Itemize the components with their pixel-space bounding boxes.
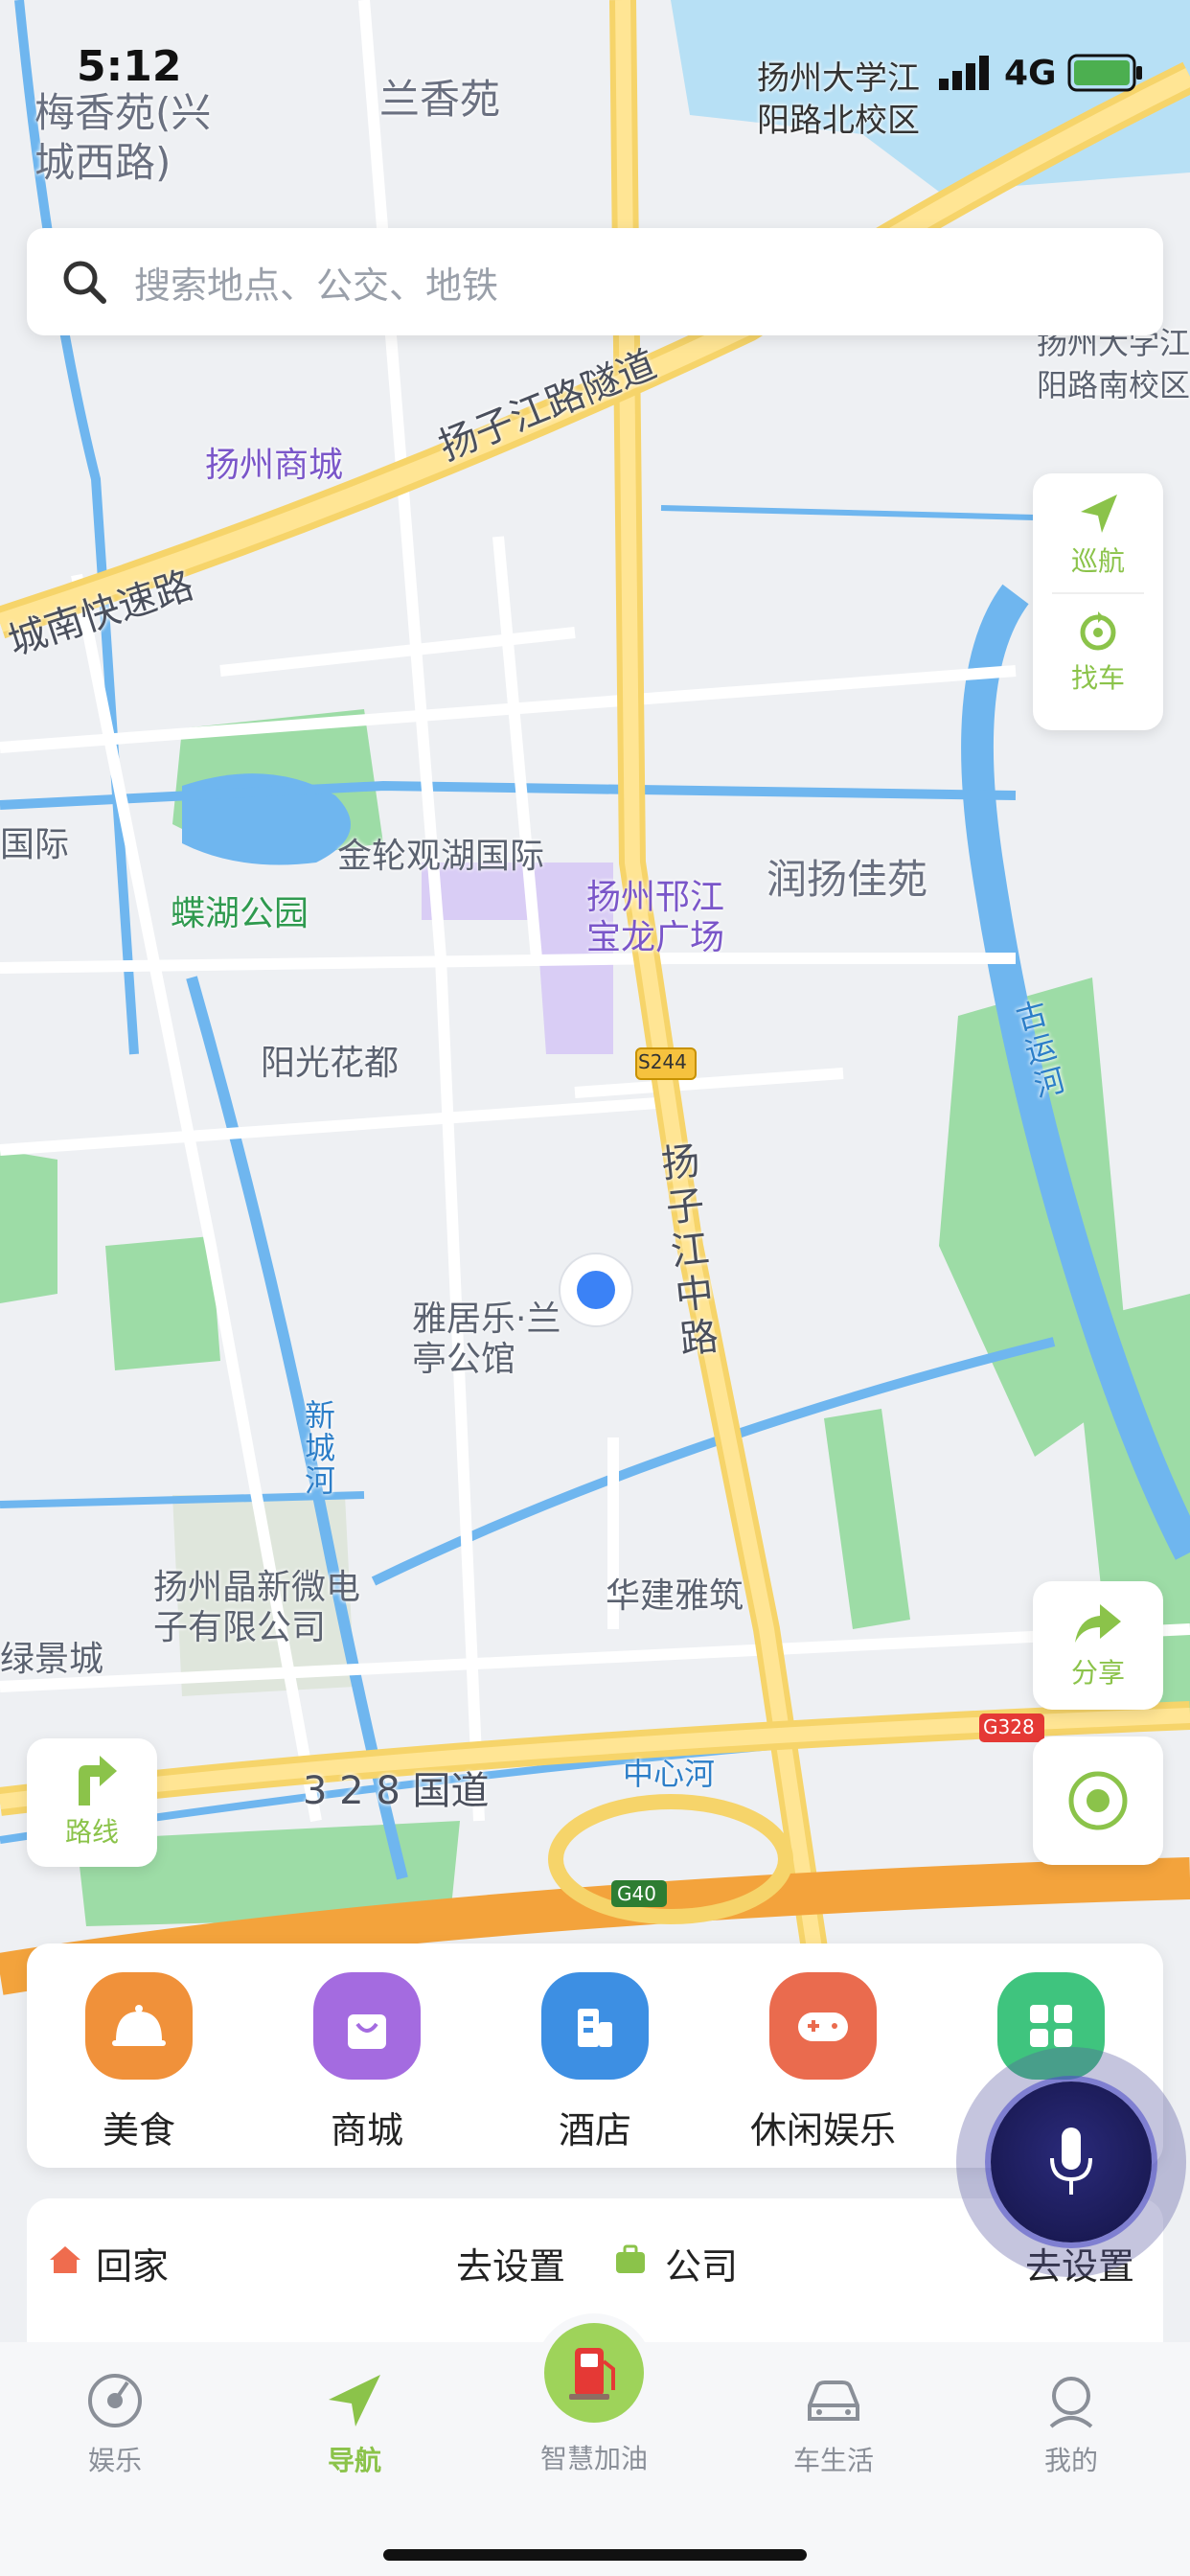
status-time: 5:12 [77,42,182,91]
map-label-jingxin[interactable]: 扬州晶新微电子有限公司 [153,1568,364,1648]
tab-navigation[interactable]: 导航 [278,2371,431,2478]
quick-label-food: 美食 [102,2109,175,2151]
route-label: 路线 [64,1816,119,1848]
locate-icon [1068,1771,1128,1830]
search-icon [63,261,106,304]
map-label-g328[interactable]: G328 [983,1715,1035,1738]
map-label-yangguang[interactable]: 阳光花都 [261,1035,399,1085]
tab-car-life-label: 车生活 [792,2445,874,2476]
quick-label-leisure: 休闲娱乐 [749,2109,896,2151]
home-indicator [383,2549,807,2561]
map-label-top-school[interactable]: 扬州大学江阳路北校区 [757,58,929,142]
food-icon [85,1972,193,2080]
cruise-label: 巡航 [1070,545,1125,577]
map-label-jinlun[interactable]: 金轮观湖国际 [337,828,544,878]
find-car-icon [1080,611,1116,651]
map-label-yaju[interactable]: 雅居乐·兰亭公馆 [412,1300,565,1380]
shopping-bag-icon [313,1972,421,2080]
map-label-lvjing[interactable]: 绿景城 [0,1631,103,1681]
quick-item-leisure[interactable]: 休闲娱乐 [742,1972,904,2153]
share-label: 分享 [1070,1657,1125,1689]
map-label-runyang[interactable]: 润扬佳苑 [767,847,927,906]
work-label[interactable]: 公司 [665,2237,738,2289]
music-icon [88,2374,142,2427]
map-label-road-s244[interactable]: S244 [638,1050,687,1073]
route-button[interactable]: 路线 [27,1738,157,1867]
search-input[interactable]: 搜索地点、公交、地铁 [27,228,1163,335]
map-label-top-area[interactable]: 兰香苑 [379,67,500,126]
hotel-icon [541,1972,649,2080]
map-label-top-left-area[interactable]: 梅香苑(兴城西路) [34,88,245,188]
map-label-g40[interactable]: G40 [617,1882,656,1905]
fuel-pump-icon [544,2323,644,2423]
map-label-butterfly-park[interactable]: 蝶湖公园 [171,886,309,935]
tab-fuel-label: 智慧加油 [539,2443,648,2474]
map-label-guodao[interactable]: 3 2 8 国道 [303,1760,490,1815]
locate-button[interactable] [1033,1736,1163,1865]
battery-icon [1067,54,1142,92]
route-icon [79,1756,117,1806]
tab-profile-label: 我的 [1043,2445,1098,2476]
find-car-button[interactable]: 找车 [1071,608,1125,696]
quick-item-shop[interactable]: 商城 [286,1972,448,2153]
home-label[interactable]: 回家 [96,2237,169,2289]
share-button[interactable]: 分享 [1033,1581,1163,1710]
share-icon [1075,1604,1121,1643]
search-placeholder: 搜索地点、公交、地铁 [134,264,499,307]
divider [1052,592,1144,594]
status-network: 4G [1004,54,1057,93]
cruise-button[interactable]: 巡航 [1071,491,1125,579]
map-label-left-edge[interactable]: 国际 [0,816,69,866]
find-car-label: 找车 [1070,662,1125,694]
tab-entertainment[interactable]: 娱乐 [38,2371,192,2478]
car-icon [808,2380,859,2421]
gamepad-icon [769,1972,877,2080]
quick-item-hotel[interactable]: 酒店 [514,1972,676,2153]
tab-entertainment-label: 娱乐 [87,2445,142,2476]
quick-item-food[interactable]: 美食 [57,1972,220,2153]
quick-label-hotel: 酒店 [558,2109,631,2151]
signal-icon [939,56,989,90]
home-set-button[interactable]: 去设置 [456,2237,565,2289]
voice-assistant-core [991,2082,1152,2242]
tab-navigation-label: 导航 [327,2445,381,2476]
map-label-zhongxin-river[interactable]: 中心河 [623,1750,715,1794]
quick-label-shop: 商城 [330,2109,403,2151]
map-label-huajian[interactable]: 华建雅筑 [606,1568,744,1618]
microphone-icon [1050,2128,1092,2195]
briefcase-icon [616,2244,645,2273]
voice-assistant-button[interactable] [956,2047,1186,2277]
map-label-xincheng-river[interactable]: 新城河 [305,1399,339,1497]
navigation-icon [329,2375,380,2426]
home-icon [50,2246,80,2273]
tab-fuel[interactable]: 智慧加油 [517,2323,671,2476]
tab-car-life[interactable]: 车生活 [757,2371,910,2478]
map-label-baolong[interactable]: 扬州邗江宝龙广场 [586,878,730,958]
bottom-tab-bar: 娱乐 导航 智慧加油 车生活 我的 [0,2323,1190,2576]
profile-icon [1049,2377,1093,2428]
map-tools-card: 巡航 找车 [1033,473,1163,730]
tab-profile[interactable]: 我的 [995,2371,1148,2478]
map-label-mall[interactable]: 扬州商城 [205,437,343,487]
cruise-icon [1080,494,1117,533]
